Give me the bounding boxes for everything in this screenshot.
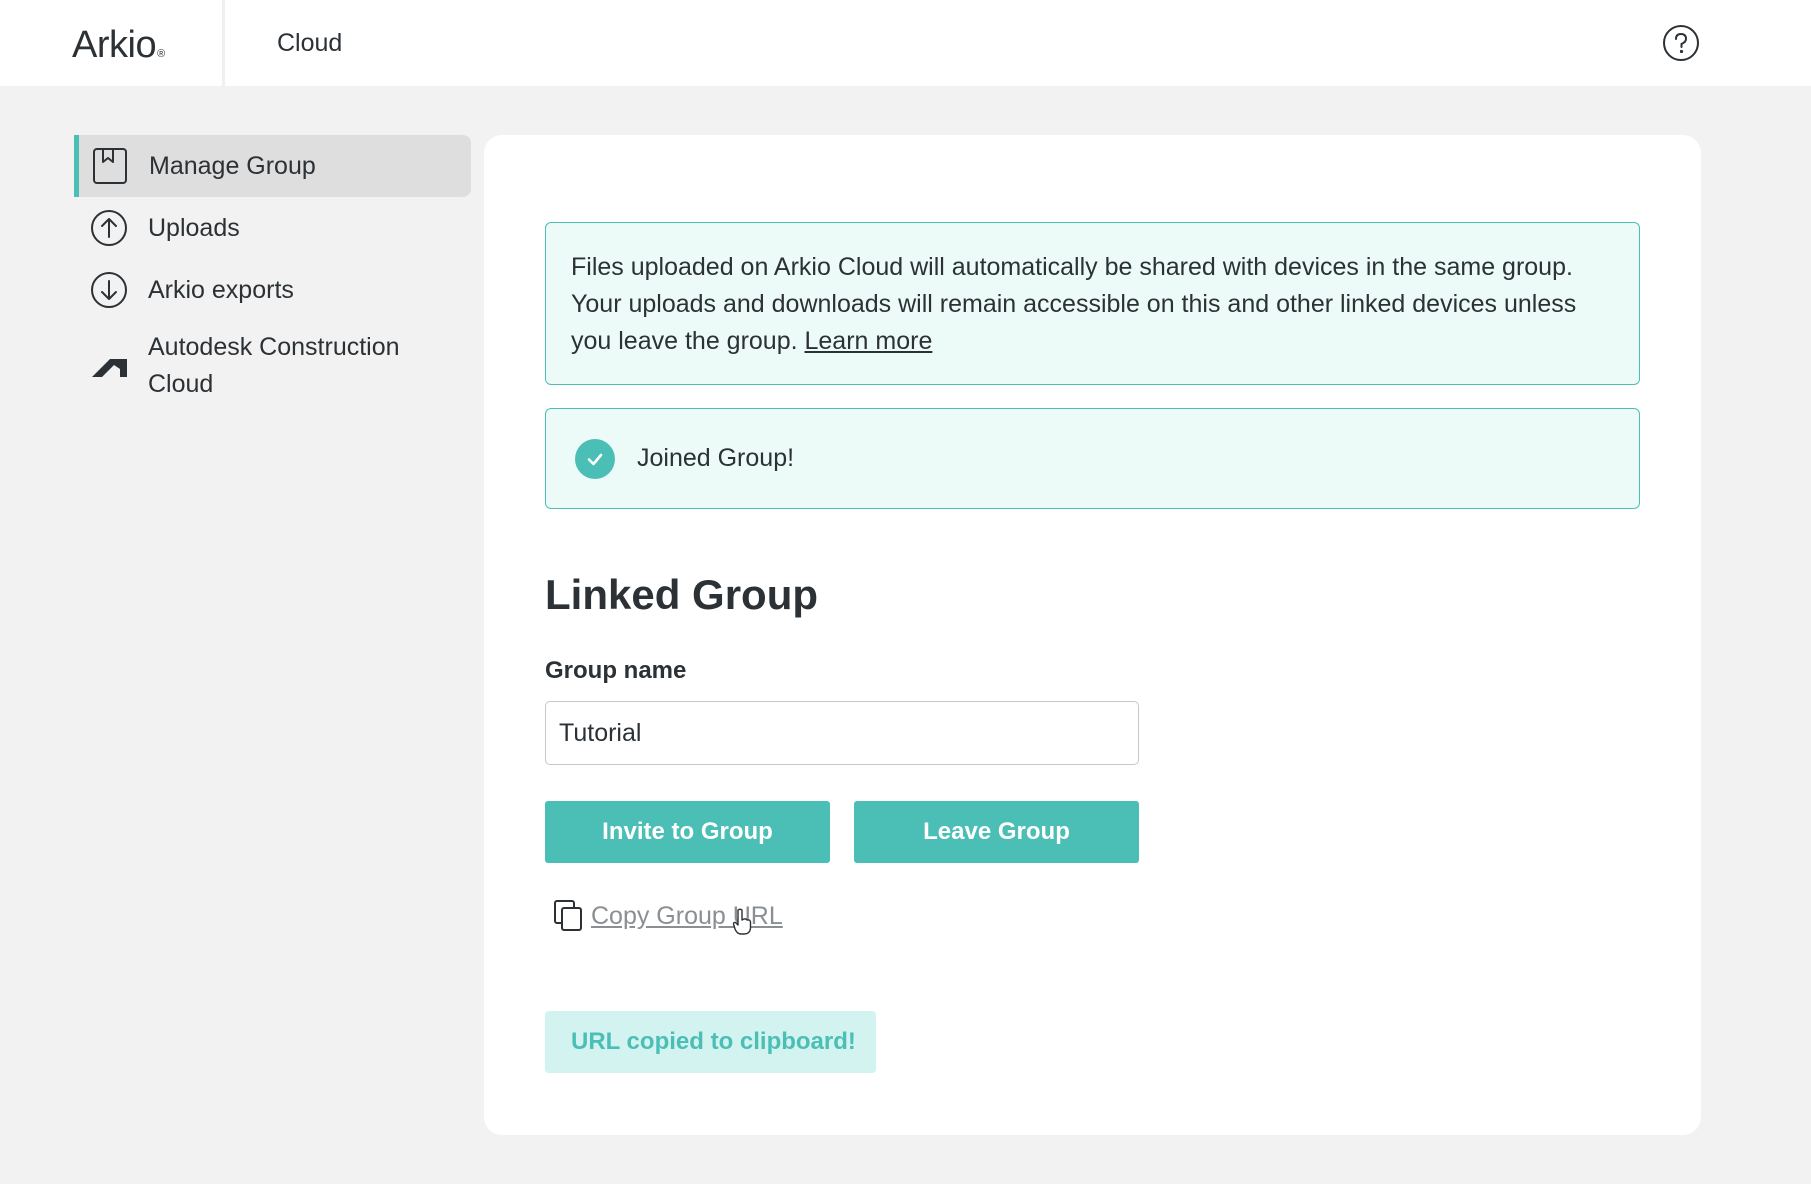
arkio-logo[interactable]: Arkio® <box>72 24 165 67</box>
sidebar-item-label: Autodesk Construction Cloud <box>148 333 400 398</box>
copy-icon <box>554 900 582 931</box>
info-notice: Files uploaded on Arkio Cloud will autom… <box>545 222 1640 385</box>
upload-circle-icon <box>91 210 127 246</box>
joined-success-banner: Joined Group! <box>545 408 1640 509</box>
check-circle-icon <box>575 438 615 479</box>
header-title: Cloud <box>277 29 343 57</box>
autodesk-logo-icon <box>92 359 127 377</box>
clipboard-toast: URL copied to clipboard! <box>545 1011 876 1073</box>
sidebar-item-label: Uploads <box>148 213 240 242</box>
copy-group-url-text: Copy Group URL <box>591 901 783 930</box>
section-title: Linked Group <box>545 571 818 618</box>
sidebar-item-label: Manage Group <box>149 151 316 180</box>
notice-text: Files uploaded on Arkio Cloud will autom… <box>571 253 1577 355</box>
group-name-field[interactable] <box>545 701 1139 765</box>
learn-more-link[interactable]: Learn more <box>805 327 933 355</box>
main-card: Files uploaded on Arkio Cloud will autom… <box>484 135 1701 1135</box>
sidebar-item-manage-group[interactable]: Manage Group <box>74 135 471 197</box>
hand-cursor-icon <box>732 908 752 935</box>
leave-group-button[interactable]: Leave Group <box>854 801 1139 863</box>
group-name-label: Group name <box>545 657 687 684</box>
header-divider <box>222 0 225 86</box>
top-header: Arkio® Cloud <box>0 0 1811 86</box>
invite-to-group-button[interactable]: Invite to Group <box>545 801 830 863</box>
registered-mark: ® <box>157 48 165 60</box>
sidebar-item-label: Arkio exports <box>148 275 294 304</box>
sidebar-item-arkio-exports[interactable]: Arkio exports <box>74 259 471 321</box>
sidebar-item-uploads[interactable]: Uploads <box>74 197 471 259</box>
bookmark-page-icon <box>93 148 127 184</box>
sidebar-item-autodesk-construction-cloud[interactable]: Autodesk Construction Cloud <box>74 323 471 409</box>
success-text: Joined Group! <box>637 444 795 472</box>
help-button[interactable] <box>1662 24 1700 62</box>
download-circle-icon <box>91 272 127 308</box>
logo-text: Arkio <box>72 24 157 66</box>
sidebar: Manage Group Uploads Arkio exports Autod… <box>74 135 471 409</box>
help-circle-icon <box>1663 25 1699 61</box>
